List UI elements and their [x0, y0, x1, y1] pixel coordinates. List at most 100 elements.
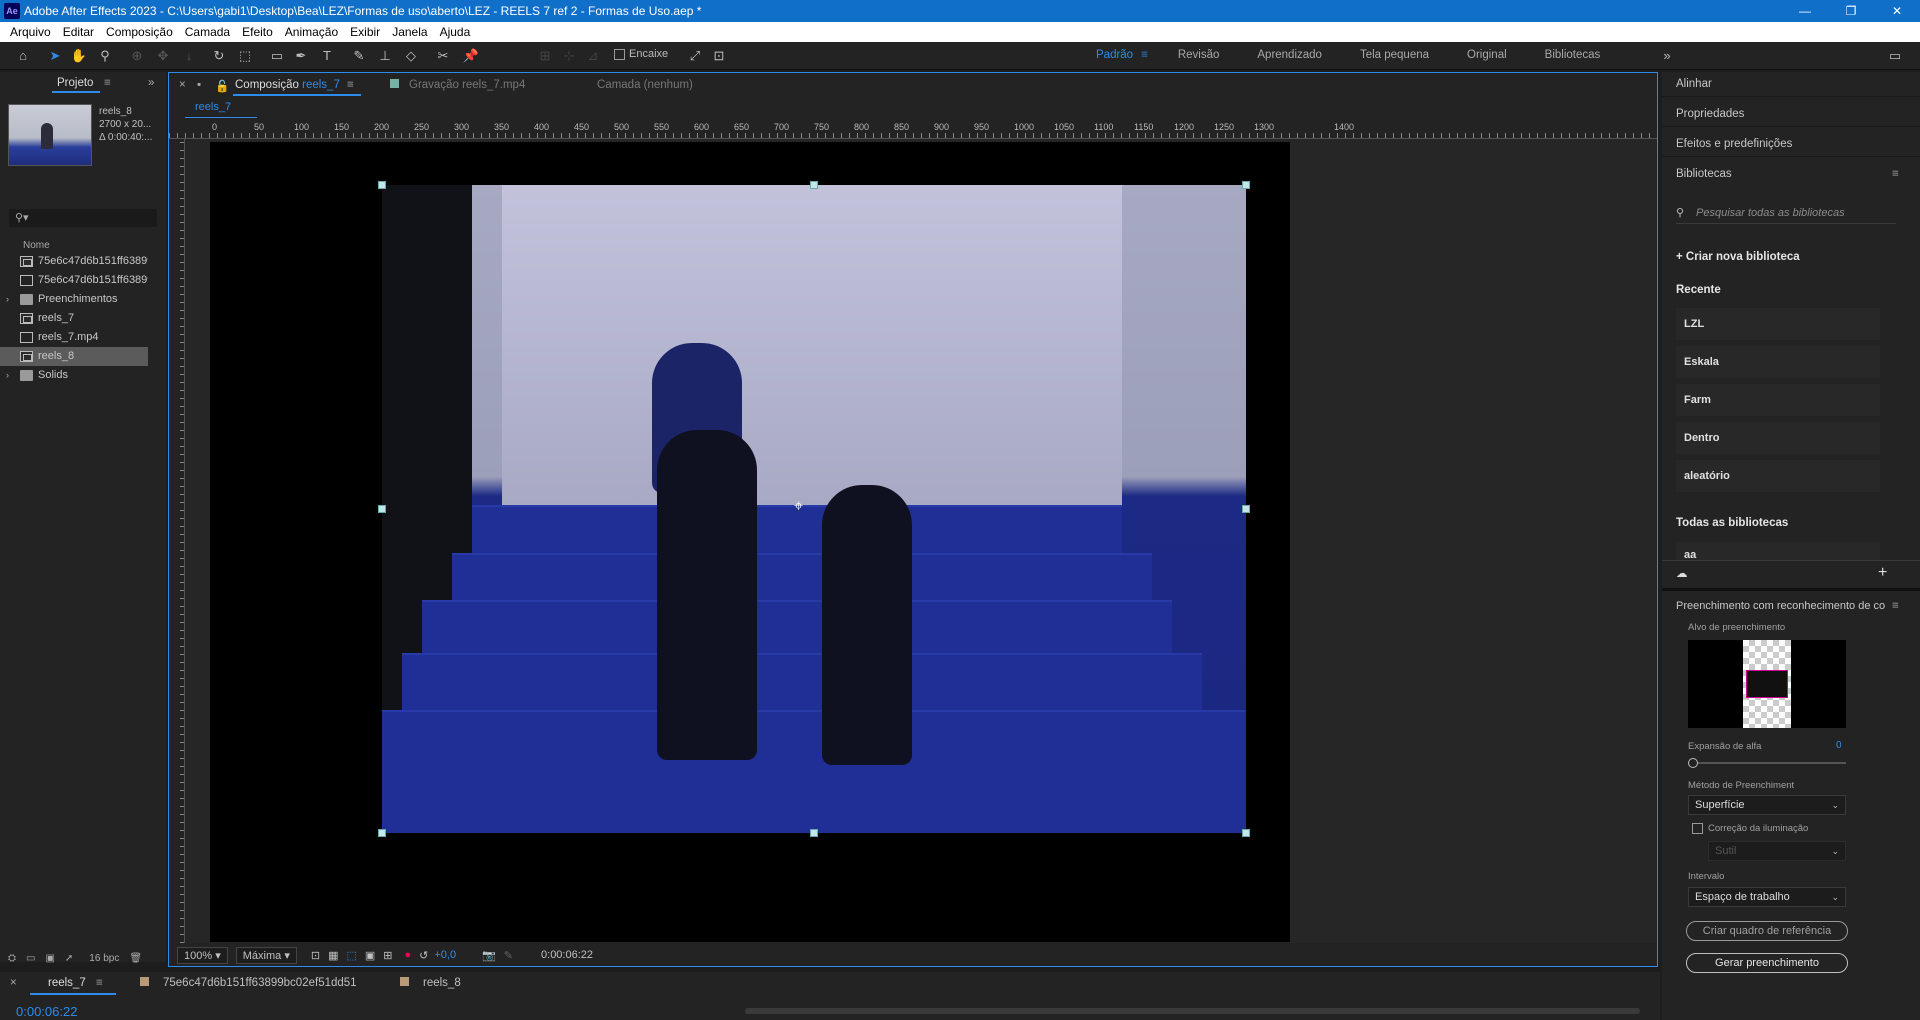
menu-exibir[interactable]: Exibir [344, 25, 386, 39]
fill-panel-menu-icon[interactable]: ≡ [1892, 600, 1899, 612]
pan-camera-icon[interactable]: ✥ [154, 47, 172, 65]
library-item[interactable]: Eskala [1676, 346, 1880, 378]
tab-camada[interactable]: Camada (nenhum) [597, 79, 693, 91]
transform-handle[interactable] [1242, 505, 1250, 513]
snap-grid-icon[interactable]: ⊡ [710, 47, 728, 65]
project-item[interactable]: › Preenchimentos [0, 290, 148, 309]
zoom-tool-icon[interactable]: ⚲ [96, 47, 114, 65]
cloud-icon[interactable]: ☁ [1676, 566, 1688, 580]
library-item[interactable]: aleatório [1676, 460, 1880, 492]
guides-icon[interactable]: ▣ [365, 949, 375, 962]
workspace-tela-pequena[interactable]: Tela pequena [1360, 49, 1429, 61]
transform-handle[interactable] [1242, 181, 1250, 189]
resolution-select[interactable]: Máxima ▾ [235, 946, 297, 964]
library-item[interactable]: Farm [1676, 384, 1880, 416]
current-time-display[interactable]: 0:00:06:22 [541, 949, 593, 961]
library-item[interactable]: aa [1676, 542, 1880, 561]
roto-brush-icon[interactable]: ✂ [434, 47, 452, 65]
menu-ajuda[interactable]: Ajuda [434, 25, 477, 39]
workspace-original[interactable]: Original [1467, 49, 1507, 61]
puppet-pin-icon[interactable]: 📌 [462, 47, 480, 65]
snapshot-icon[interactable]: 📷 [482, 949, 496, 962]
render-queue-icon[interactable]: ➚ [65, 953, 73, 964]
snap-checkbox[interactable] [614, 48, 625, 60]
bit-depth-label[interactable]: 16 bpc [89, 953, 119, 964]
lighting-correction-toggle[interactable]: Correção da iluminação [1692, 823, 1808, 834]
panel-bibliotecas[interactable]: Bibliotecas [1676, 168, 1732, 180]
alpha-expansion-value[interactable]: 0 [1836, 740, 1842, 751]
tab-gravacao[interactable]: Gravação reels_7.mp4 [390, 79, 525, 91]
workspace-aprendizado[interactable]: Aprendizado [1257, 49, 1322, 61]
local-axis-icon[interactable]: ⊞ [536, 47, 554, 65]
clone-stamp-icon[interactable]: ⊥ [376, 47, 394, 65]
trash-icon[interactable]: 🗑 [129, 953, 142, 964]
pan-behind-icon[interactable]: ⬚ [236, 47, 254, 65]
menu-camada[interactable]: Camada [179, 25, 236, 39]
region-of-interest-icon[interactable]: ⊡ [311, 949, 320, 962]
menu-efeito[interactable]: Efeito [236, 25, 279, 39]
orbit-camera-icon[interactable]: ⊕ [128, 47, 146, 65]
library-item[interactable]: LZL [1676, 308, 1880, 340]
project-item[interactable]: 75e6c47d6b151ff63899⚇ [0, 252, 148, 271]
libraries-menu-icon[interactable]: ≡ [1892, 168, 1899, 180]
timeline-tab-menu-icon[interactable]: ≡ [96, 977, 103, 989]
tab-timeline-75e6[interactable]: 75e6c47d6b151ff63899bc02ef51dd51 [140, 977, 357, 989]
dolly-camera-icon[interactable]: ↓ [180, 47, 198, 65]
panel-menu-icon[interactable]: ≡ [104, 77, 111, 89]
menu-editar[interactable]: Editar [57, 25, 100, 39]
library-item[interactable]: Dentro [1676, 422, 1880, 454]
expand-caret-icon[interactable]: › [6, 290, 9, 309]
transform-handle[interactable] [810, 829, 818, 837]
panel-alinhar[interactable]: Alinhar [1676, 78, 1712, 90]
create-reference-frame-button[interactable]: Criar quadro de referência [1686, 921, 1848, 941]
transparency-grid-icon[interactable]: ▦ [328, 949, 338, 962]
workspace-menu-icon[interactable]: ≡ [1141, 49, 1148, 61]
close-tab-icon[interactable]: × [179, 79, 186, 91]
panel-propriedades[interactable]: Propriedades [1676, 108, 1744, 120]
libraries-search-input[interactable]: ⚲ Pesquisar todas as bibliotecas [1676, 202, 1896, 224]
project-item[interactable]: › Solids [0, 366, 148, 385]
project-item[interactable]: reels_8 [0, 347, 148, 366]
lighting-strength-select[interactable]: Sutil ⌄ [1708, 841, 1846, 861]
project-item[interactable]: 75e6c47d6b151ff63899 [0, 271, 148, 290]
new-composition-icon[interactable]: ▣ [45, 953, 54, 964]
selection-tool-icon[interactable]: ➤ [46, 47, 64, 65]
rotation-tool-icon[interactable]: ↻ [210, 47, 228, 65]
hand-tool-icon[interactable]: ✋ [70, 47, 88, 65]
add-icon[interactable]: + [1878, 564, 1887, 582]
eraser-tool-icon[interactable]: ◇ [402, 47, 420, 65]
alpha-expansion-slider[interactable] [1688, 758, 1846, 768]
timeline-current-time[interactable]: 0:00:06:22 [16, 1004, 77, 1019]
close-button[interactable]: ✕ [1874, 4, 1920, 18]
generate-fill-button[interactable]: Gerar preenchimento [1686, 953, 1848, 973]
show-snapshot-icon[interactable]: ✎ [504, 949, 513, 962]
anchor-point-icon[interactable]: ⌖ [794, 498, 803, 516]
create-library-button[interactable]: + Criar nova biblioteca [1676, 251, 1800, 263]
tab-timeline-reels-7[interactable]: reels_7 [48, 977, 86, 989]
snap-options-icon[interactable]: ⤢ [686, 47, 704, 65]
menu-composicao[interactable]: Composição [100, 25, 179, 39]
world-axis-icon[interactable]: ⊹ [560, 47, 578, 65]
workspace-padrao[interactable]: Padrão [1096, 49, 1133, 61]
menu-janela[interactable]: Janela [386, 25, 433, 39]
range-select[interactable]: Espaço de trabalho ⌄ [1688, 887, 1846, 907]
view-axis-icon[interactable]: ⊿ [584, 47, 602, 65]
reset-exposure-icon[interactable]: ↺ [419, 949, 428, 962]
project-item[interactable]: reels_7 [0, 309, 148, 328]
transform-handle[interactable] [1242, 829, 1250, 837]
rectangle-tool-icon[interactable]: ▭ [268, 47, 286, 65]
column-header-name[interactable]: Nome [23, 240, 50, 251]
more-workspaces-icon[interactable]: » [1658, 47, 1676, 65]
video-layer[interactable] [382, 185, 1246, 833]
transform-handle[interactable] [378, 505, 386, 513]
transform-handle[interactable] [810, 181, 818, 189]
grid-options-icon[interactable]: ⊞ [383, 949, 392, 962]
tab-projeto[interactable]: Projeto [57, 77, 93, 89]
work-area-bar[interactable] [745, 1008, 1640, 1014]
panel-layout-icon[interactable]: ▭ [1886, 47, 1904, 65]
lock-icon[interactable]: ▪ [197, 79, 201, 91]
lighting-correction-checkbox[interactable] [1692, 823, 1703, 834]
show-channel-icon[interactable]: ● [405, 949, 412, 961]
composition-tab-menu-icon[interactable]: ≡ [347, 79, 354, 91]
brush-tool-icon[interactable]: ✎ [350, 47, 368, 65]
